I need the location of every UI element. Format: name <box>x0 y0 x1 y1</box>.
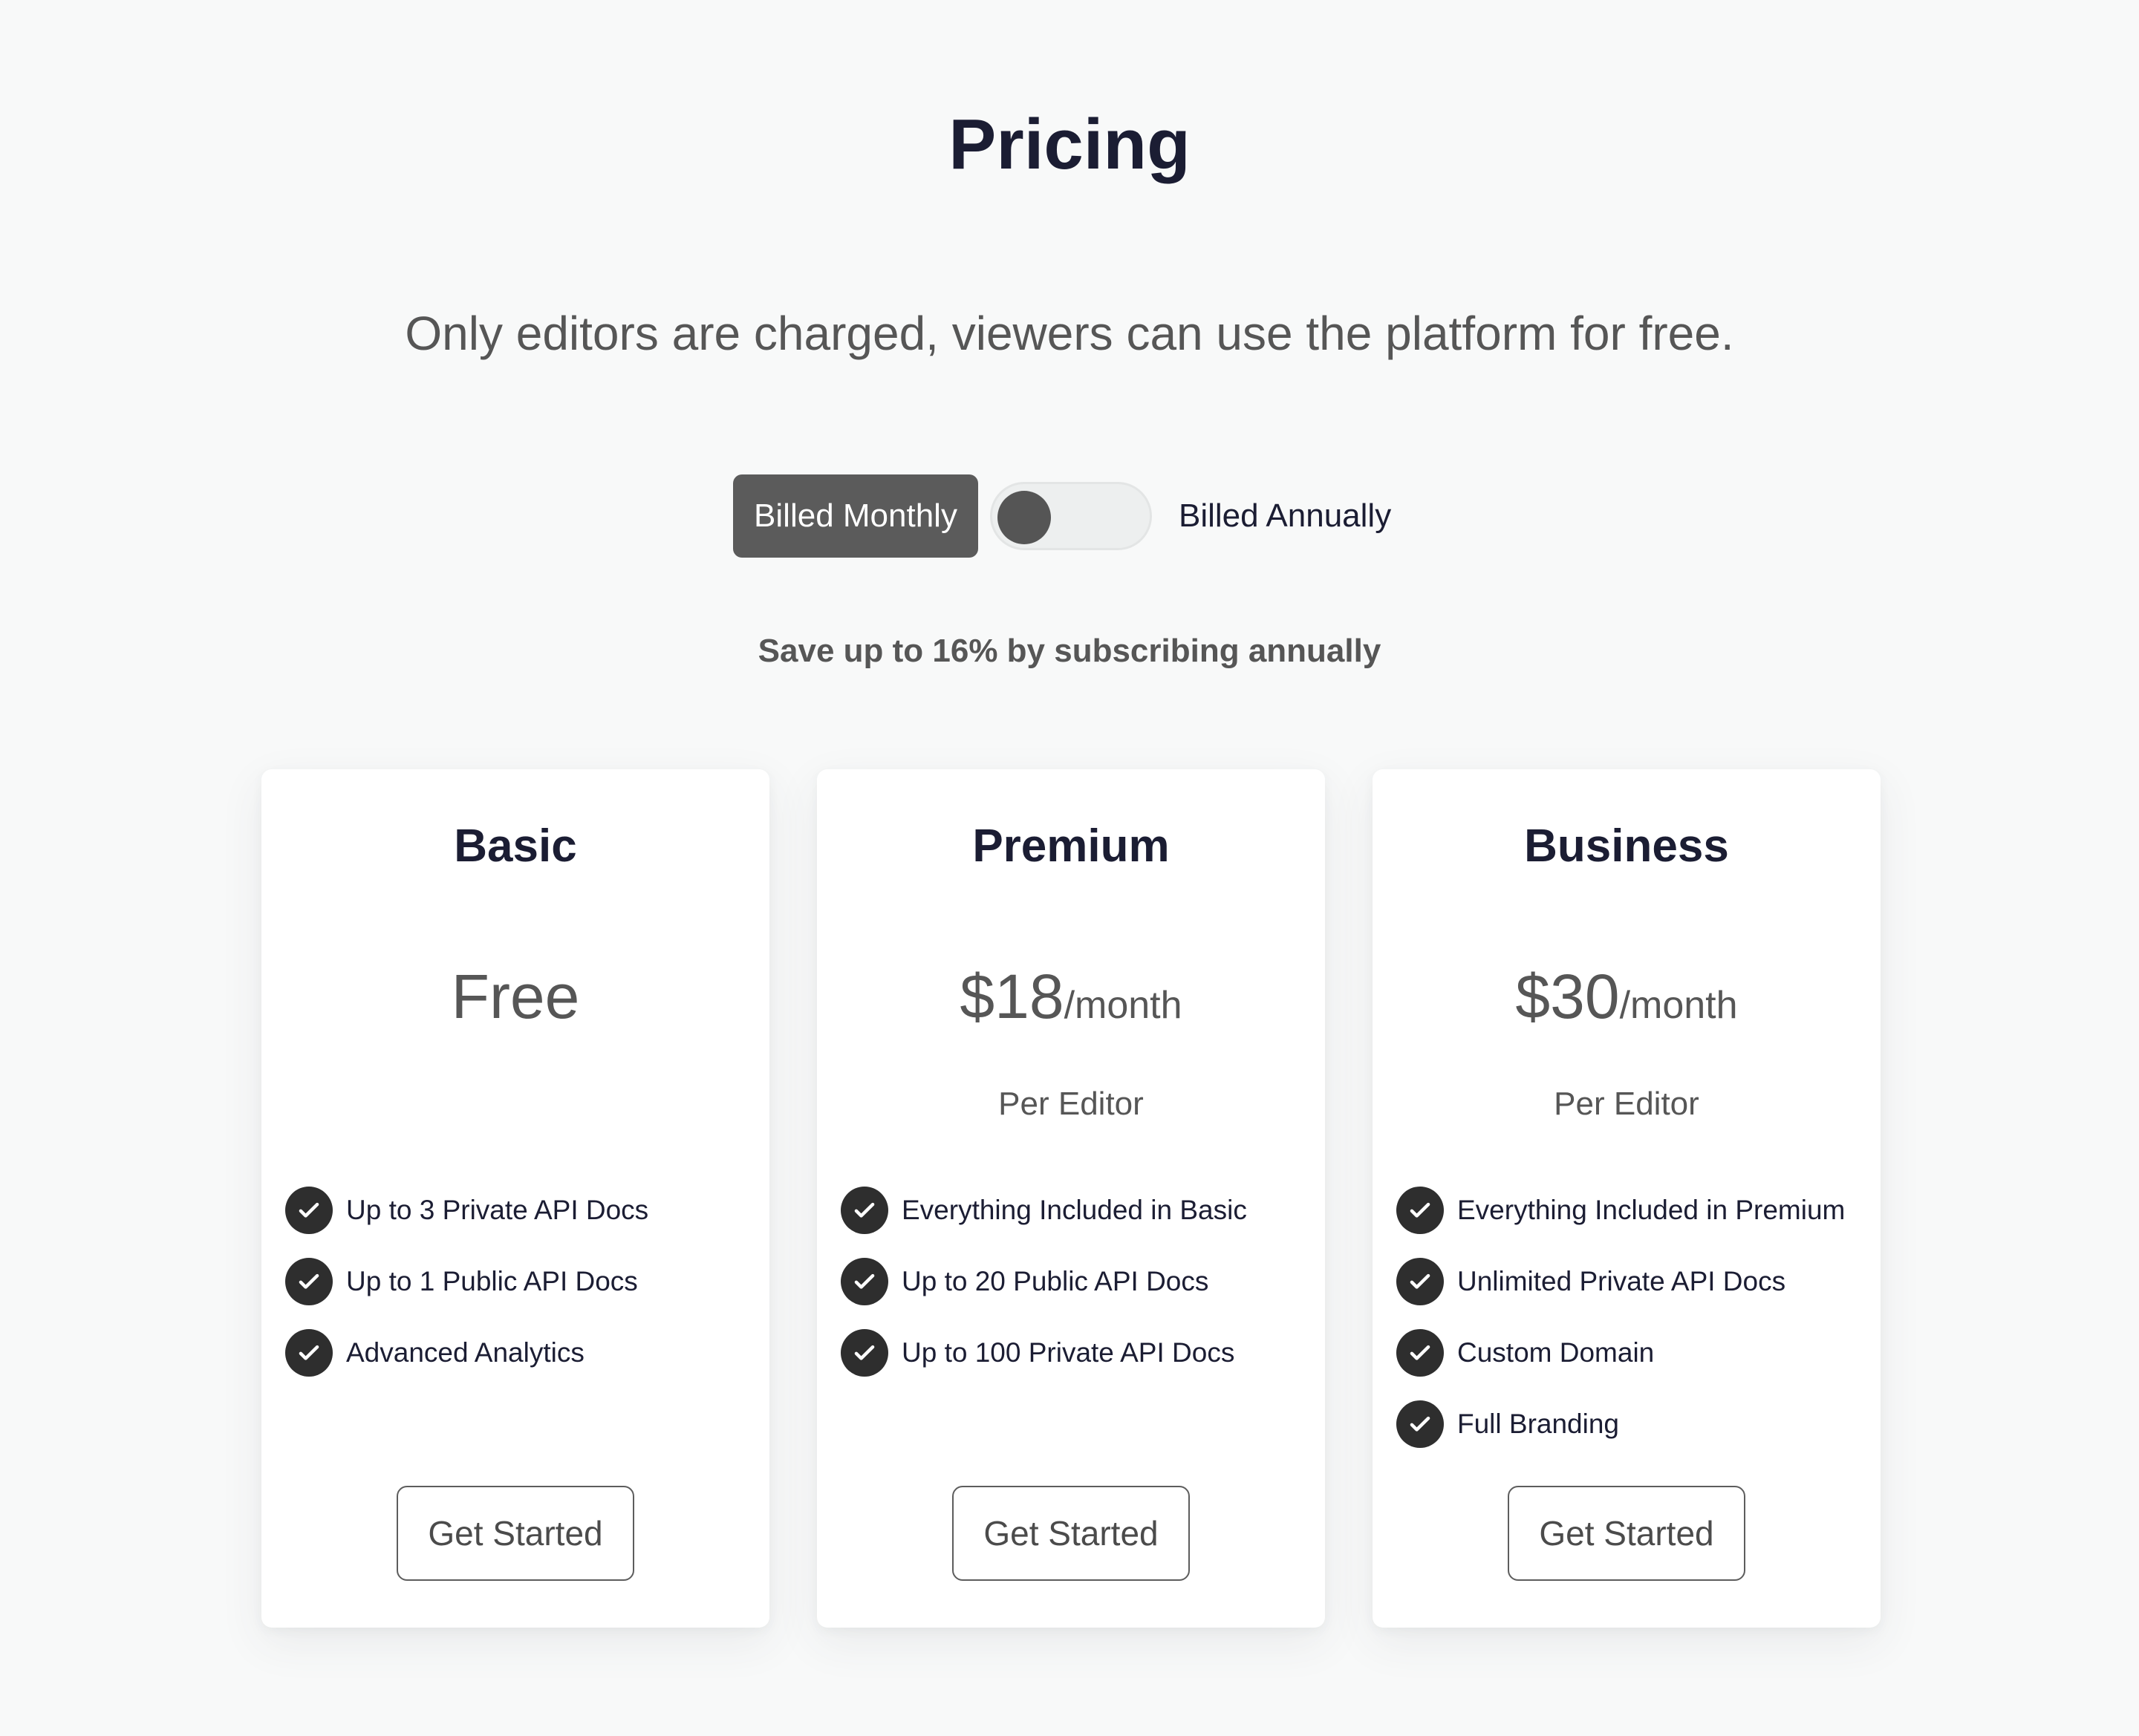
feature-label: Everything Included in Premium <box>1457 1195 1846 1225</box>
feature-label: Advanced Analytics <box>346 1337 585 1368</box>
billing-toggle[interactable] <box>990 482 1152 550</box>
feature-list: Up to 3 Private API Docs Up to 1 Public … <box>285 1187 648 1400</box>
feature-item: Up to 20 Public API Docs <box>841 1258 1247 1305</box>
feature-item: Up to 1 Public API Docs <box>285 1258 648 1305</box>
feature-label: Up to 100 Private API Docs <box>902 1337 1235 1368</box>
plan-period: /month <box>1619 984 1738 1027</box>
feature-label: Unlimited Private API Docs <box>1457 1266 1786 1296</box>
pricing-page: Pricing Only editors are charged, viewer… <box>0 0 2139 1736</box>
feature-item: Full Branding <box>1396 1400 1845 1448</box>
check-circle-icon <box>841 1329 888 1377</box>
plan-per-unit: Per Editor <box>1554 1086 1699 1122</box>
plan-card-business: Business $30/month Per Editor Everything… <box>1373 769 1881 1628</box>
check-circle-icon <box>1396 1400 1444 1448</box>
feature-label: Custom Domain <box>1457 1337 1655 1368</box>
plan-card-basic: Basic Free Up to 3 Private API Docs Up t… <box>261 769 769 1628</box>
toggle-knob[interactable] <box>997 491 1051 544</box>
plan-price: $18 <box>960 962 1064 1031</box>
plan-name: Premium <box>972 820 1170 872</box>
feature-item: Everything Included in Basic <box>841 1187 1247 1234</box>
get-started-button-premium[interactable]: Get Started <box>952 1486 1190 1581</box>
check-circle-icon <box>285 1329 333 1377</box>
feature-item: Custom Domain <box>1396 1329 1845 1377</box>
feature-item: Unlimited Private API Docs <box>1396 1258 1845 1305</box>
check-circle-icon <box>841 1258 888 1305</box>
check-circle-icon <box>285 1258 333 1305</box>
plan-per-unit: Per Editor <box>998 1086 1144 1122</box>
feature-item: Advanced Analytics <box>285 1329 648 1377</box>
plan-name: Business <box>1524 820 1729 872</box>
feature-label: Up to 3 Private API Docs <box>346 1195 649 1225</box>
feature-label: Up to 1 Public API Docs <box>346 1266 638 1296</box>
feature-label: Full Branding <box>1457 1409 1620 1439</box>
page-subtitle: Only editors are charged, viewers can us… <box>405 307 1734 360</box>
plan-name: Basic <box>454 820 577 872</box>
check-circle-icon <box>841 1187 888 1234</box>
billed-monthly-button[interactable]: Billed Monthly <box>733 474 978 558</box>
get-started-button-basic[interactable]: Get Started <box>397 1486 634 1581</box>
page-title: Pricing <box>948 105 1191 184</box>
check-circle-icon <box>1396 1187 1444 1234</box>
feature-list: Everything Included in Basic Up to 20 Pu… <box>841 1187 1247 1400</box>
check-circle-icon <box>285 1187 333 1234</box>
price-row: $30/month <box>1373 961 1881 1033</box>
billed-annually-label[interactable]: Billed Annually <box>1179 497 1391 535</box>
feature-label: Everything Included in Basic <box>902 1195 1247 1225</box>
feature-label: Up to 20 Public API Docs <box>902 1266 1209 1296</box>
save-note: Save up to 16% by subscribing annually <box>758 633 1381 669</box>
feature-item: Up to 100 Private API Docs <box>841 1329 1247 1377</box>
plan-price: Free <box>451 962 580 1031</box>
billing-switch: Billed Monthly Billed Annually <box>733 474 1391 558</box>
check-circle-icon <box>1396 1258 1444 1305</box>
check-circle-icon <box>1396 1329 1444 1377</box>
feature-item: Everything Included in Premium <box>1396 1187 1845 1234</box>
get-started-button-business[interactable]: Get Started <box>1508 1486 1745 1581</box>
plan-card-premium: Premium $18/month Per Editor Everything … <box>817 769 1325 1628</box>
feature-list: Everything Included in Premium Unlimited… <box>1396 1187 1845 1472</box>
plan-price: $30 <box>1515 962 1620 1031</box>
price-row: Free <box>261 961 769 1033</box>
price-row: $18/month <box>817 961 1325 1033</box>
feature-item: Up to 3 Private API Docs <box>285 1187 648 1234</box>
plan-period: /month <box>1064 984 1182 1027</box>
